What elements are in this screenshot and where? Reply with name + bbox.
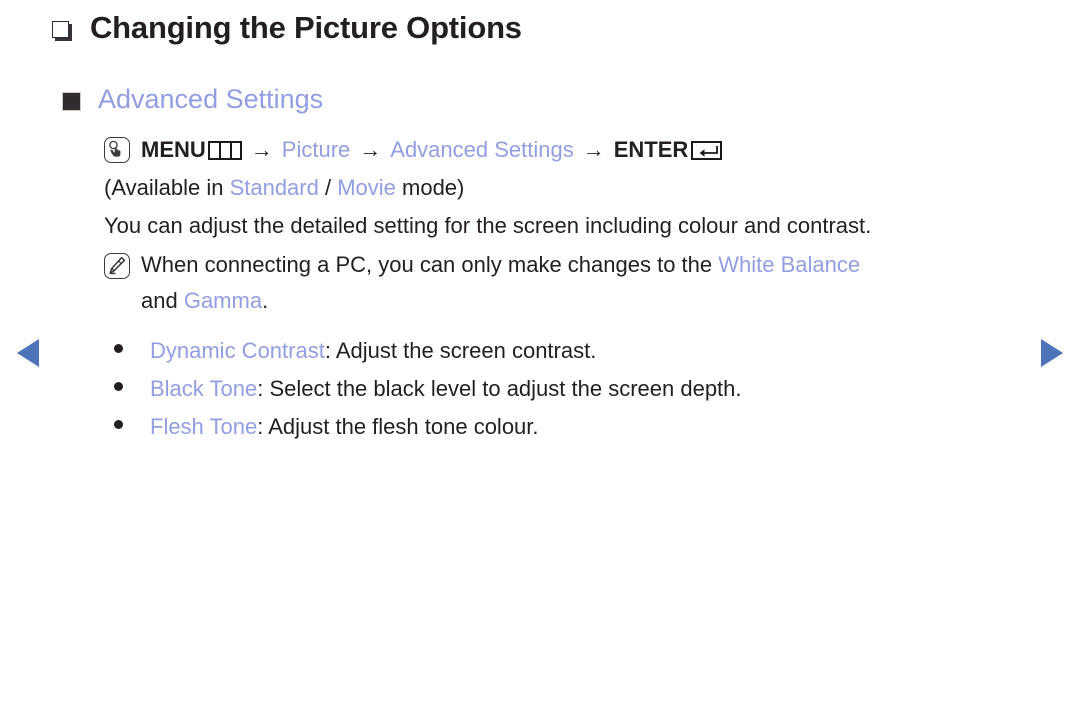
note-block: When connecting a PC, you can only make …	[104, 246, 1014, 284]
option-description: Adjust the flesh tone colour.	[268, 414, 539, 439]
content-body: MENU → Picture → Advanced Settings → ENT…	[104, 131, 1014, 446]
option-name: Black Tone	[150, 376, 258, 401]
availability-divider: /	[318, 175, 338, 200]
bullet-dot-icon	[114, 344, 123, 353]
option-list: Dynamic Contrast: Adjust the screen cont…	[104, 332, 1014, 446]
option-text: Flesh Tone: Adjust the flesh tone colour…	[150, 408, 539, 446]
bullet-dot-icon	[114, 420, 123, 429]
page-title: Changing the Picture Options	[52, 10, 522, 46]
path-step-picture: Picture	[281, 137, 351, 162]
note-continuation: and Gamma.	[104, 284, 1014, 318]
note-highlight-white-balance: White Balance	[718, 252, 861, 277]
availability-prefix: (Available in	[104, 175, 230, 200]
note-text-before: When connecting a PC, you can only make …	[141, 252, 719, 277]
note-continuation-before: and	[141, 288, 184, 313]
option-name: Dynamic Contrast	[150, 338, 325, 363]
filled-square-icon	[62, 92, 81, 111]
option-description: Adjust the screen contrast.	[335, 338, 597, 363]
option-description: Select the black level to adjust the scr…	[269, 376, 742, 401]
menu-bars-icon	[207, 140, 242, 160]
enter-return-icon	[691, 140, 723, 160]
availability-suffix: mode)	[395, 175, 465, 200]
option-text: Dynamic Contrast: Adjust the screen cont…	[150, 332, 596, 370]
path-separator-2: →	[359, 137, 382, 162]
path-separator-3: →	[582, 137, 605, 162]
enter-label: ENTER	[613, 137, 689, 162]
option-separator: :	[324, 338, 336, 363]
note-highlight-gamma: Gamma	[183, 288, 263, 313]
square-bullet-icon	[52, 20, 72, 41]
press-button-icon	[104, 137, 130, 163]
option-separator: :	[257, 376, 270, 401]
option-text: Black Tone: Select the black level to ad…	[150, 370, 742, 408]
section-heading-text: Advanced Settings	[98, 84, 324, 114]
path-separator-1: →	[250, 137, 273, 162]
menu-label: MENU	[141, 137, 206, 162]
mode-standard: Standard	[229, 175, 319, 200]
note-continuation-after: .	[262, 288, 269, 313]
option-separator: :	[257, 414, 269, 439]
mode-movie: Movie	[337, 175, 396, 200]
description-line: You can adjust the detailed setting for …	[104, 213, 872, 238]
list-item: Dynamic Contrast: Adjust the screen cont…	[104, 332, 1014, 370]
triangle-right-icon[interactable]	[1041, 339, 1063, 367]
note-text: When connecting a PC, you can only make …	[141, 246, 860, 284]
list-item: Flesh Tone: Adjust the flesh tone colour…	[104, 408, 1014, 446]
note-pen-icon	[104, 253, 130, 279]
option-name: Flesh Tone	[150, 414, 258, 439]
bullet-dot-icon	[114, 382, 123, 391]
list-item: Black Tone: Select the black level to ad…	[104, 370, 1014, 408]
section-heading: Advanced Settings	[62, 84, 323, 115]
triangle-left-icon[interactable]	[17, 339, 39, 367]
path-step-advanced-settings: Advanced Settings	[390, 137, 574, 162]
page-title-text: Changing the Picture Options	[90, 10, 522, 45]
availability-line: (Available in Standard / Movie mode)	[104, 169, 1014, 207]
menu-path: MENU → Picture → Advanced Settings → ENT…	[104, 131, 1014, 169]
